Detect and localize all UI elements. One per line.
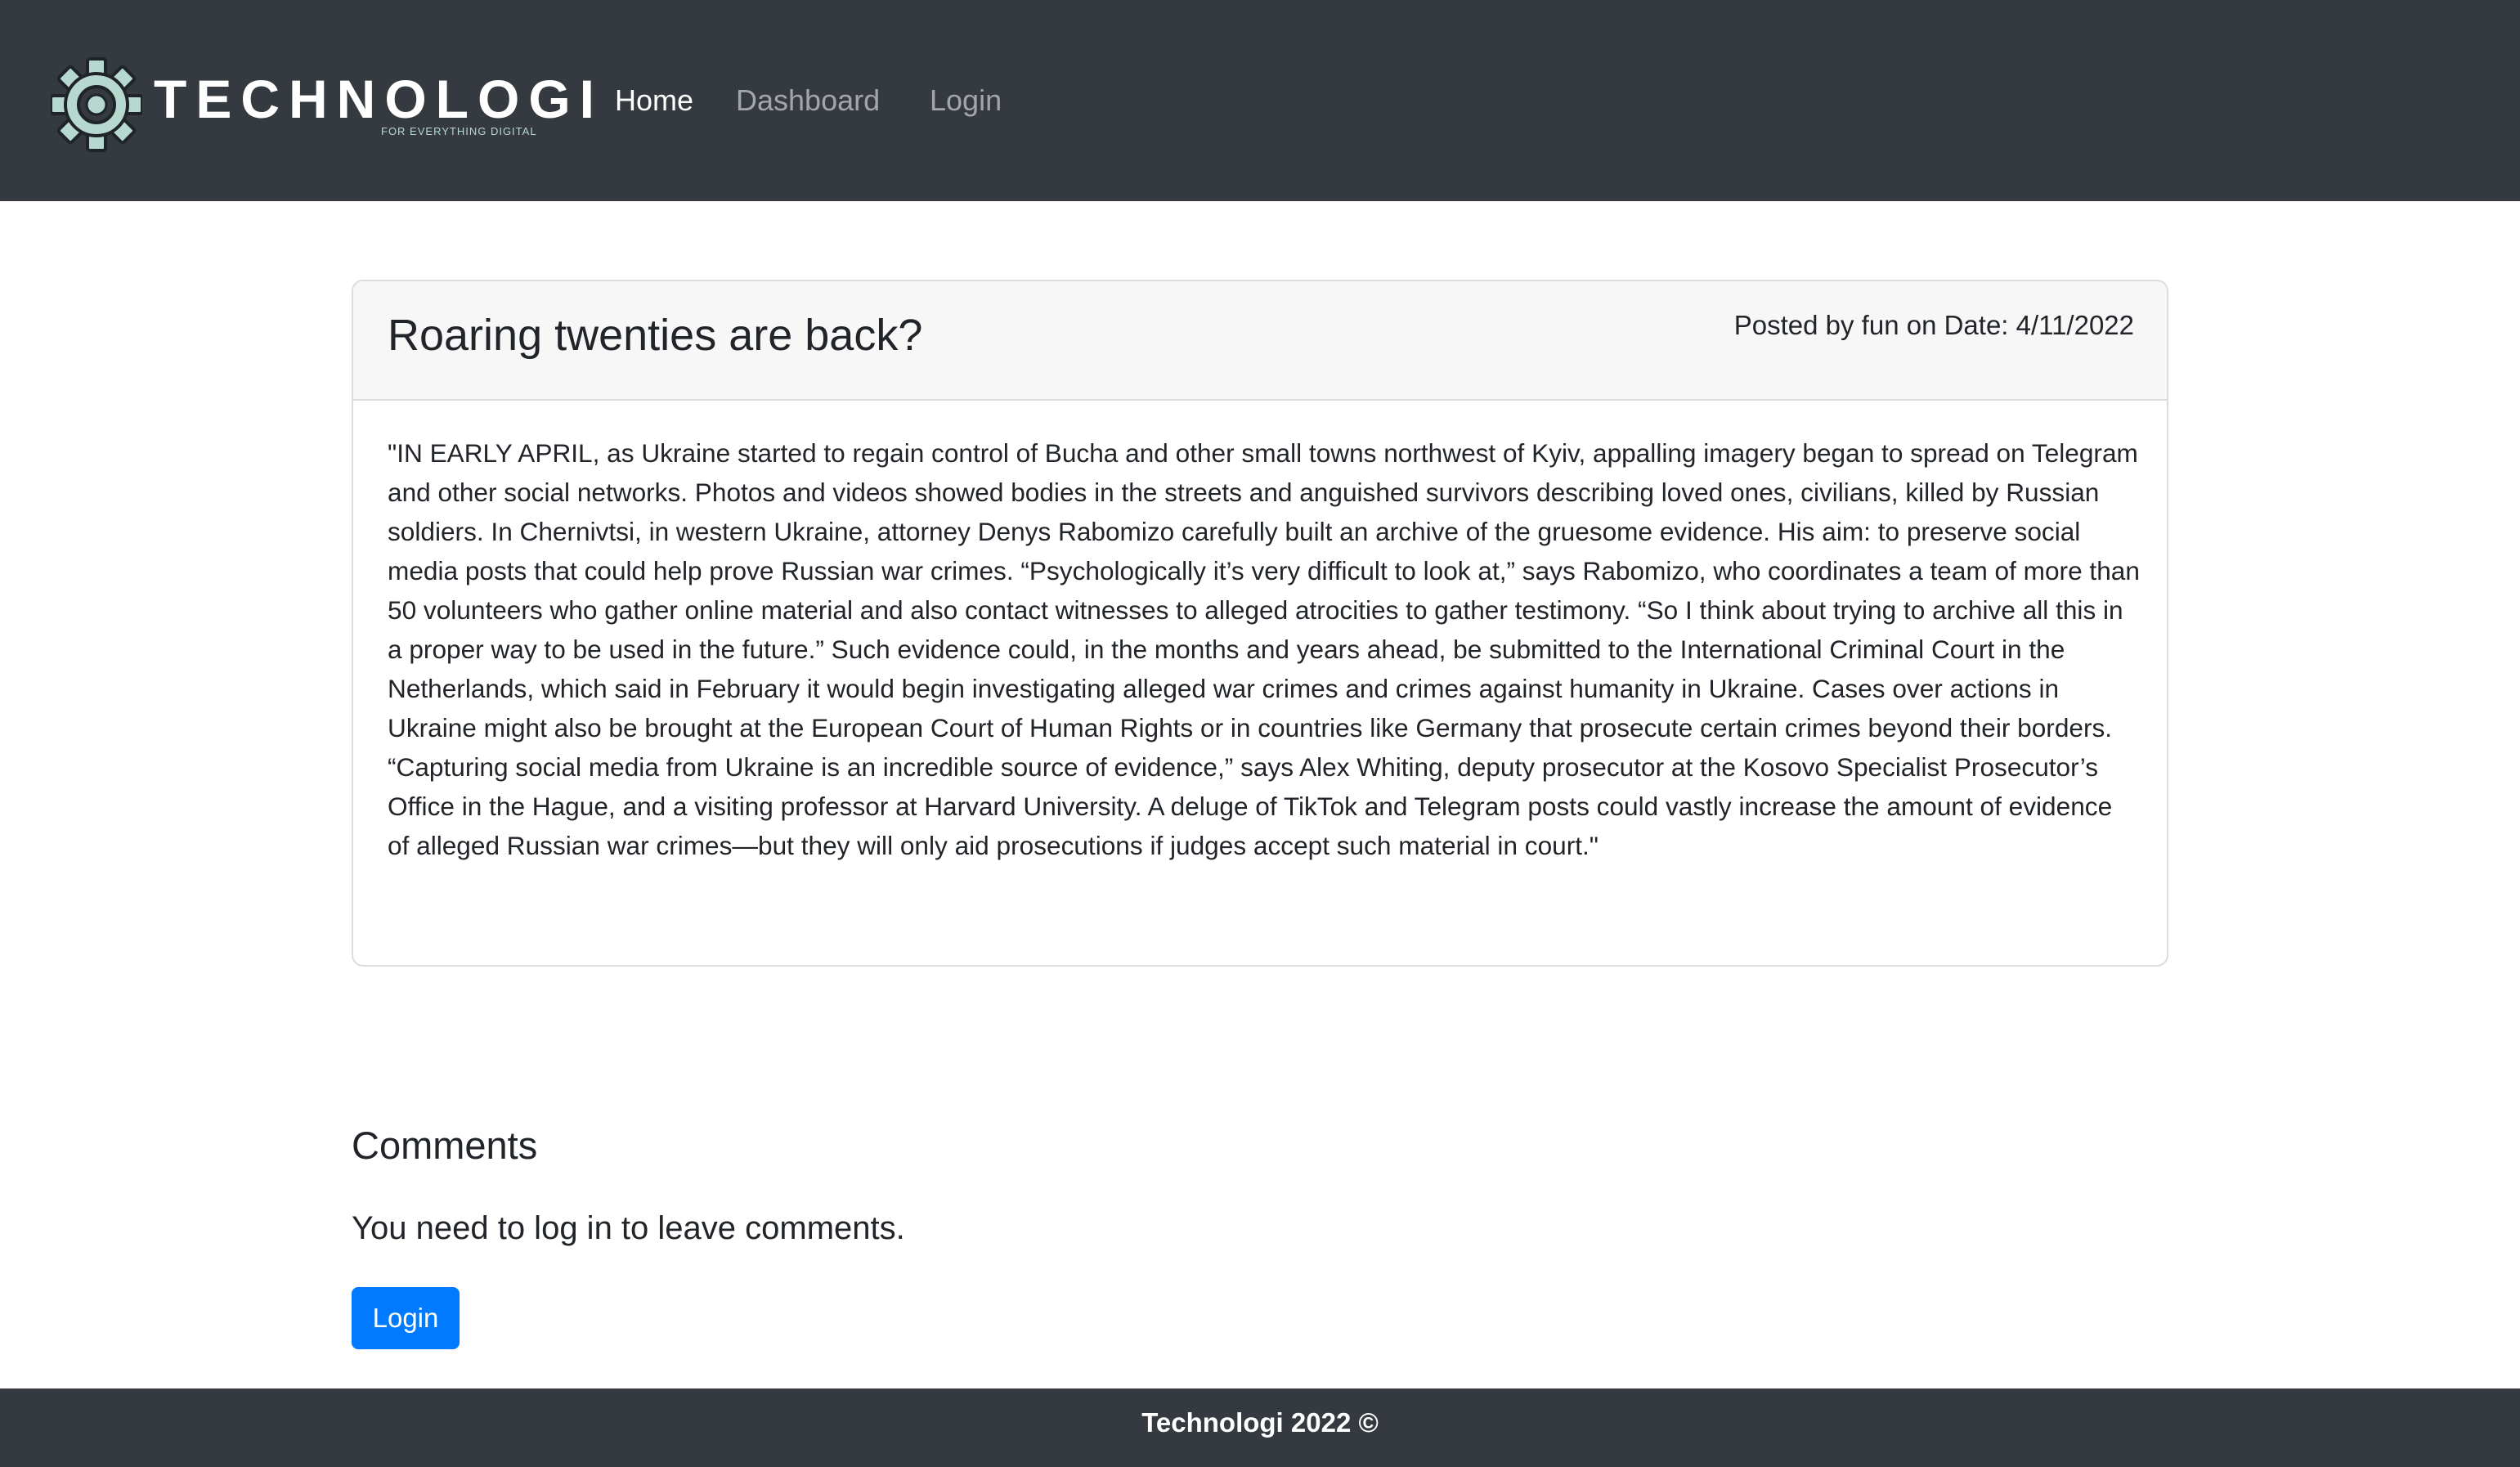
post-meta: Posted by fun on Date: 4/11/2022 <box>1733 310 2134 340</box>
brand-name: TECHNOLOGI <box>154 69 603 129</box>
page-footer: Technologi 2022 © <box>0 1388 2520 1467</box>
post-title: Roaring twenties are back? <box>388 311 923 360</box>
nav-link-home[interactable]: Home <box>615 79 693 123</box>
gear-icon <box>51 57 142 152</box>
comments-heading: Comments <box>352 1124 538 1167</box>
nav-link-dashboard[interactable]: Dashboard <box>736 79 880 123</box>
post-card-header: Roaring twenties are back? Posted by fun… <box>353 281 2167 401</box>
login-required-notice: You need to log in to leave comments. <box>352 1210 905 1246</box>
brand-logo[interactable]: TECHNOLOGI FOR EVERYTHING DIGITAL <box>51 57 594 152</box>
post-body: "IN EARLY APRIL, as Ukraine started to r… <box>388 438 2140 860</box>
brand-tagline: FOR EVERYTHING DIGITAL <box>381 125 537 137</box>
top-navbar: TECHNOLOGI FOR EVERYTHING DIGITAL Home D… <box>0 0 2520 201</box>
footer-copyright: Technologi 2022 © <box>1141 1407 1379 1438</box>
login-button[interactable]: Login <box>352 1287 460 1349</box>
nav-link-login[interactable]: Login <box>930 79 1002 123</box>
post-card: Roaring twenties are back? Posted by fun… <box>352 280 2168 967</box>
